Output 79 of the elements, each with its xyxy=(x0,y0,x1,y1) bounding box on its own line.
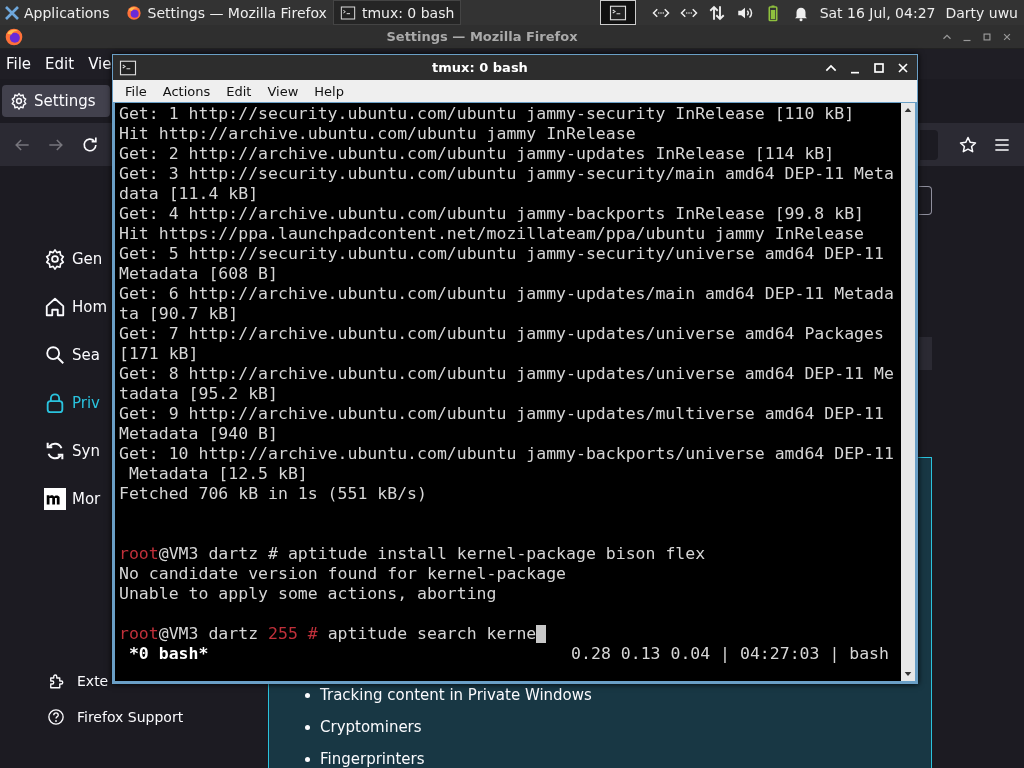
user-name[interactable]: Darty uwu xyxy=(945,4,1018,21)
terminal-line: Get: 6 http://archive.ubuntu.com/ubuntu jammy-updates/main amd64 DEP-11 Metada xyxy=(119,284,894,304)
sync-icon xyxy=(44,440,66,462)
scrollbar[interactable] xyxy=(901,103,915,681)
terminal-line: Get: 2 http://archive.ubuntu.com/ubuntu jammy-updates InRelease [114 kB] xyxy=(119,144,835,164)
menu-item[interactable]: Edit xyxy=(218,83,260,99)
taskbar-button[interactable]: tmux: 0 bash xyxy=(332,0,462,25)
terminal-line: Metadata [940 B] xyxy=(119,424,278,444)
firefox-icon xyxy=(4,26,24,47)
terminal-line: Get: 9 http://archive.ubuntu.com/ubuntu jammy-updates/multiverse amd64 DEP-11 xyxy=(119,404,884,424)
terminal-line: Get: 8 http://archive.ubuntu.com/ubuntu jammy-updates/universe amd64 DEP-11 Me xyxy=(119,364,894,384)
x-logo-icon xyxy=(4,4,20,21)
sidebar-item[interactable]: Mor xyxy=(44,475,101,523)
footer-link[interactable]: Exte xyxy=(44,663,109,699)
m-logo-icon xyxy=(44,488,66,510)
bullet-icon xyxy=(305,756,310,762)
list-item: Cryptominers xyxy=(320,718,422,736)
terminal-line: data [11.4 kB] xyxy=(119,184,259,204)
terminal-line: Get: 5 http://security.ubuntu.com/ubuntu jammy-security/universe amd64 DEP-11 xyxy=(119,244,884,264)
home-icon xyxy=(44,296,66,318)
terminal-line: Get: 4 http://archive.ubuntu.com/ubuntu jammy-backports InRelease [99.8 kB] xyxy=(119,204,865,224)
firefox-icon xyxy=(125,4,142,21)
terminal-line: [171 kB] xyxy=(119,344,199,364)
sidebar-item[interactable]: Gen xyxy=(44,235,103,283)
transfer-arrows-icon[interactable] xyxy=(707,3,726,22)
terminal-line: Get: 1 http://security.ubuntu.com/ubuntu jammy-security InRelease [110 kB] xyxy=(119,104,855,124)
menu-item[interactable]: File xyxy=(6,55,32,73)
list-item: Fingerprinters xyxy=(320,750,425,768)
scroll-down-icon[interactable] xyxy=(903,670,913,678)
terminal-line: Metadata [12.5 kB] xyxy=(127,464,308,484)
applications-menu[interactable]: Applications xyxy=(0,0,114,25)
bullet-icon xyxy=(305,724,310,730)
puzzle-icon xyxy=(47,672,65,690)
menu-item[interactable]: Vie xyxy=(88,55,112,73)
terminal-line: Hit https://ppa.launchpadcontent.net/mozillateam/ppa/ubuntu jammy InRelease xyxy=(119,224,865,244)
terminal-line: Metadata [608 B] xyxy=(119,264,278,284)
terminal-line: Get: 3 http://security.ubuntu.com/ubuntu jammy-security/main amd64 DEP-11 Meta xyxy=(119,164,894,184)
terminal-line: Get: 7 http://archive.ubuntu.com/ubuntu jammy-updates/universe amd64 Packages xyxy=(119,324,884,344)
footer-link[interactable]: Firefox Support xyxy=(44,699,184,735)
terminal-icon xyxy=(608,3,627,22)
terminal-line: Fetched 706 kB in 1s (551 kB/s) xyxy=(119,484,427,504)
menu-item[interactable]: Help xyxy=(306,83,352,99)
lock-icon xyxy=(44,392,66,414)
sidebar-item[interactable]: Hom xyxy=(44,283,108,331)
search-icon xyxy=(44,344,66,366)
prompt-line: root@VM3 dartz 255 # aptitude search kerne xyxy=(119,624,537,644)
terminal-line: ta [90.7 kB] xyxy=(119,304,239,324)
sidebar-item[interactable]: Sea xyxy=(44,331,100,379)
gear-icon xyxy=(10,92,28,110)
browser-tab[interactable]: Settings xyxy=(2,85,110,117)
scroll-up-icon[interactable] xyxy=(903,106,913,114)
terminal-line: Get: 10 http://archive.ubuntu.com/ubuntu jammy-backports/universe amd64 DEP-11 xyxy=(119,444,894,464)
menu-item[interactable]: File xyxy=(117,83,155,99)
sidebar-item[interactable]: Priv xyxy=(44,379,100,427)
tmux-status-info: 0.28 0.13 0.04 | 04:27:03 | bash xyxy=(571,644,889,664)
menu-item[interactable]: View xyxy=(259,83,307,99)
tmux-window-label: *0 bash* xyxy=(127,644,209,664)
help-icon xyxy=(47,708,65,726)
gear-icon xyxy=(44,248,66,270)
sidebar-item[interactable]: Syn xyxy=(44,427,100,475)
taskbar-button[interactable]: Settings — Mozilla Firefox xyxy=(119,0,333,25)
terminal-icon xyxy=(339,4,356,21)
search-field[interactable] xyxy=(919,186,932,215)
star-icon[interactable] xyxy=(958,134,978,155)
menu-item[interactable]: Actions xyxy=(154,83,219,99)
terminal-line: tadata [95.2 kB] xyxy=(119,384,278,404)
terminal-line: Unable to apply some actions, aborting xyxy=(119,584,497,604)
address-field[interactable] xyxy=(920,129,938,160)
prompt-line: root@VM3 dartz # aptitude install kernel-package bison flex xyxy=(119,544,706,564)
terminal-icon xyxy=(119,58,137,77)
list-item: Tracking content in Private Windows xyxy=(320,686,592,704)
menu-item[interactable]: Edit xyxy=(45,55,75,73)
workspace-button[interactable] xyxy=(599,0,636,25)
window-title: tmux: 0 bash xyxy=(431,59,529,77)
terminal-line: Hit http://archive.ubuntu.com/ubuntu jammy InRelease xyxy=(119,124,636,144)
terminal-line: No candidate version found for kernel-package xyxy=(119,564,567,584)
bullet-icon xyxy=(305,692,310,698)
clock[interactable]: Sat 16 Jul, 04:27 xyxy=(819,4,936,21)
window-title: Settings — Mozilla Firefox xyxy=(385,28,579,46)
